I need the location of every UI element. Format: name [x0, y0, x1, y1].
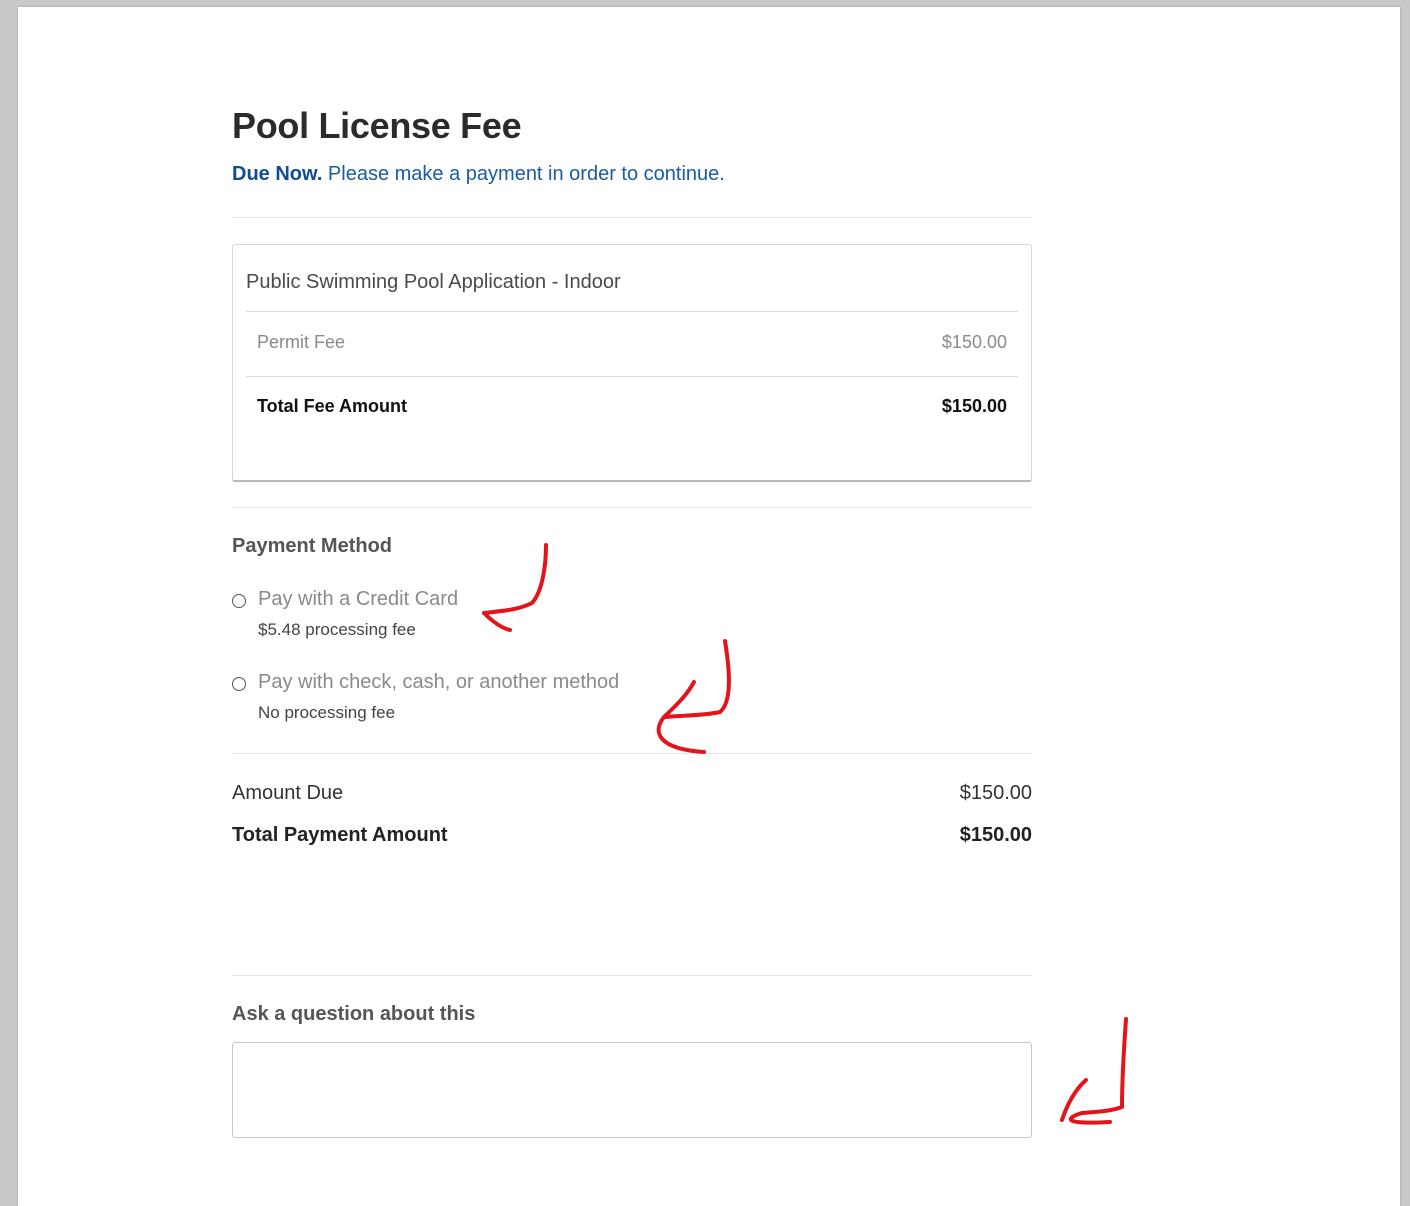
document-page: Pool License Fee Due Now. Please make a …: [18, 7, 1400, 1206]
annotation-arrows: [482, 543, 1128, 1125]
annotation-arrow-credit-card-icon: [482, 543, 548, 632]
annotation-arrow-other-method-icon: [656, 639, 731, 754]
annotation-arrow-question-icon: [1060, 1017, 1128, 1125]
